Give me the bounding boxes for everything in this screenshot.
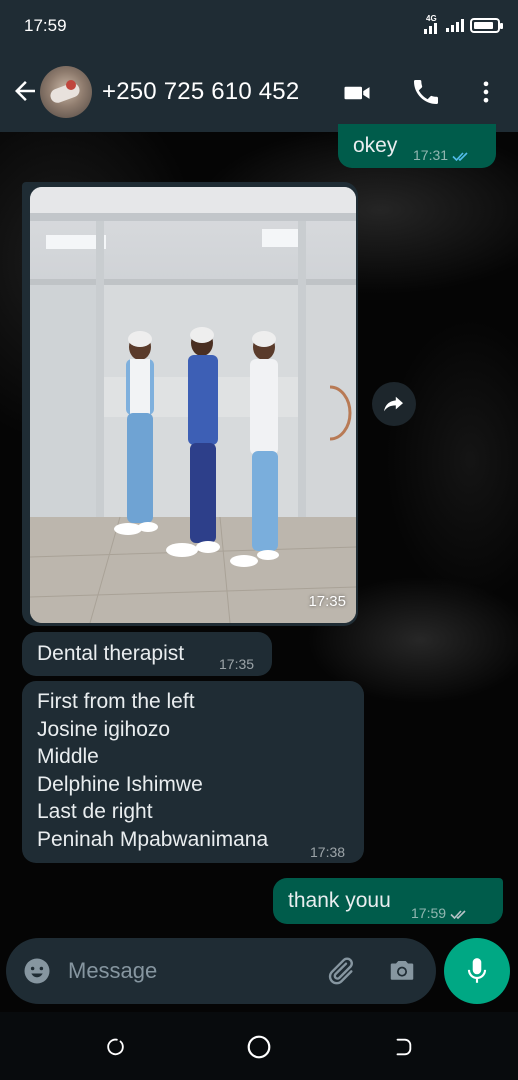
message-lines: First from the left Josine igihozo Middl… (37, 688, 268, 853)
message-composer (6, 938, 436, 1004)
incoming-message[interactable]: Dental therapist 17:35 (22, 632, 272, 676)
message-line: First from the left (37, 690, 195, 713)
message-time: 17:59 (411, 905, 447, 921)
contact-name[interactable]: +250 725 610 452 (102, 78, 299, 106)
incoming-message[interactable]: First from the left Josine igihozo Middl… (22, 681, 364, 863)
status-bar: 17:59 4G (0, 0, 518, 52)
message-line: Josine igihozo (37, 717, 171, 741)
message-line: Middle (37, 745, 99, 768)
status-icons: 4G (424, 14, 503, 35)
attach-icon[interactable] (324, 955, 356, 987)
message-meta: 17:31 (413, 142, 474, 169)
message-time: 17:35 (219, 656, 255, 672)
back-nav-icon[interactable] (392, 1036, 414, 1058)
message-input[interactable] (68, 954, 308, 988)
shared-photo[interactable]: 17:35 (30, 187, 356, 623)
message-line: Delphine Ishimwe (37, 772, 203, 796)
message-line: Last de right (37, 800, 153, 823)
message-text: thank youu (288, 889, 391, 912)
chat-header: +250 725 610 452 (0, 52, 518, 132)
read-ticks-icon (452, 151, 468, 161)
forward-button[interactable] (372, 382, 416, 426)
more-options-icon[interactable] (472, 76, 500, 108)
signal-strength-icon (446, 18, 464, 32)
message-meta: 17:59 (411, 900, 472, 927)
message-line: Peninah Mpabwanimana (37, 827, 269, 851)
voice-message-button[interactable] (444, 938, 510, 1004)
image-time: 17:35 (308, 593, 346, 610)
message-time: 17:31 (413, 147, 449, 163)
back-arrow-icon[interactable] (10, 76, 40, 106)
microphone-icon (467, 958, 487, 983)
signal-4g-icon: 4G (424, 14, 440, 34)
message-time: 17:38 (310, 844, 346, 860)
battery-level (474, 21, 493, 29)
video-call-icon[interactable] (340, 78, 374, 108)
outgoing-message[interactable]: okey 17:31 (338, 124, 496, 168)
delivered-ticks-icon (450, 909, 466, 919)
outgoing-message[interactable]: thank youu 17:59 (273, 878, 503, 924)
message-text: okey (353, 134, 398, 157)
status-time: 17:59 (24, 16, 67, 35)
message-text: Dental therapist (37, 642, 185, 665)
recent-apps-icon[interactable] (104, 1036, 126, 1058)
home-icon[interactable] (246, 1034, 272, 1060)
phone-call-icon[interactable] (410, 76, 442, 108)
forward-arrow-icon (384, 396, 403, 412)
system-navigation-bar (0, 1012, 518, 1080)
emoji-icon[interactable] (22, 956, 52, 986)
camera-icon[interactable] (386, 956, 418, 986)
image-message[interactable]: 17:35 (22, 182, 358, 626)
contact-avatar[interactable] (40, 66, 92, 118)
battery-icon (470, 17, 503, 33)
